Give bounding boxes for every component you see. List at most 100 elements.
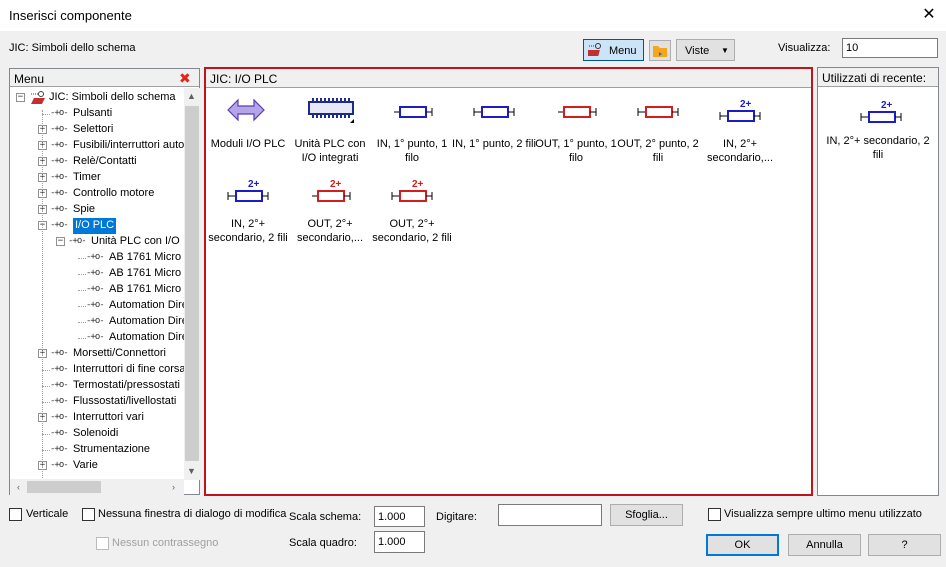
in-secondary-2wire-icon: 2+	[859, 98, 902, 123]
viste-dropdown[interactable]: Viste ▼	[676, 39, 735, 61]
tree-item-label[interactable]: Solenoidi	[73, 426, 118, 442]
tree-item-label[interactable]: Automation Dire	[109, 298, 184, 314]
tree-connector	[42, 370, 50, 371]
ok-button[interactable]: OK	[706, 534, 779, 556]
menu-toggle-button[interactable]: Menu	[583, 39, 644, 61]
tree-item-label[interactable]: AB 1761 Micro	[109, 250, 181, 266]
tree-item-label[interactable]: Fusibili/interruttori autor	[73, 138, 184, 154]
scroll-left-icon[interactable]: ‹	[10, 482, 27, 492]
symbol-item[interactable]: OUT, 2° punto, 2 fili	[616, 97, 700, 175]
tree-item-label[interactable]: Termostati/pressostati	[73, 378, 180, 394]
scroll-up-icon[interactable]: ▲	[183, 91, 200, 101]
symbol-label: IN, 2°+ secondario,...	[706, 138, 774, 164]
symbol-item[interactable]: 2+ OUT, 2°+ secondario, 2 fili	[370, 177, 454, 255]
tree-item-label[interactable]: AB 1761 Micro	[109, 282, 181, 298]
symbol-item[interactable]: OUT, 1° punto, 1 filo	[534, 97, 618, 175]
tree-connector	[78, 322, 86, 323]
double-arrow-icon	[226, 97, 274, 127]
tree-item-label[interactable]: Automation Dire	[109, 330, 184, 346]
menu-tree: − JIC: Simboli dello schema -+o- Pulsanti + -…	[10, 88, 184, 480]
tree-item-label[interactable]: Flussostati/livellostati	[73, 394, 176, 410]
tree-connector	[42, 386, 50, 387]
symbol-label: IN, 2°+ secondario, 2 fili	[208, 218, 288, 244]
recent-item[interactable]: 2+ IN, 2°+ secondario, 2 fili	[818, 98, 938, 162]
nessun-contrassegno-label: Nessun contrassegno	[112, 537, 219, 549]
tree-item-label[interactable]: Spie	[73, 202, 95, 218]
verticale-label: Verticale	[26, 508, 69, 520]
contact-symbol-icon: -+o-	[50, 380, 69, 390]
symbol-item[interactable]: 2+ IN, 2°+ secondario,...	[698, 97, 782, 175]
symbol-item[interactable]: 2+ OUT, 2°+ secondario,...	[288, 177, 372, 255]
scala-quadro-input[interactable]	[374, 531, 425, 553]
contact-symbol-icon: -+o-	[50, 460, 69, 470]
contact-symbol-icon: -+o-	[50, 172, 69, 182]
tree-connector	[42, 402, 50, 403]
folder-icon[interactable]	[649, 40, 671, 61]
tree-item-label[interactable]: JIC: Simboli dello schema	[49, 90, 176, 106]
out-1wire-icon	[554, 97, 602, 127]
svg-text:2+: 2+	[740, 99, 752, 110]
tree-item-label[interactable]: Morsetti/Connettori	[73, 346, 166, 362]
digitare-input[interactable]	[498, 504, 602, 526]
visualizza-sempre-label: Visualizza sempre ultimo menu utilizzato	[724, 508, 922, 520]
menu-vertical-scrollbar[interactable]: ▲ ▼	[184, 88, 200, 480]
tree-item-label[interactable]: Relè/Contatti	[73, 154, 137, 170]
tree-item-label[interactable]: Timer	[73, 170, 101, 186]
tree-item-label[interactable]: Controllo motore	[73, 186, 154, 202]
symbol-item[interactable]: IN, 1° punto, 1 filo	[370, 97, 454, 175]
menu-horizontal-scrollbar[interactable]: ‹ ›	[10, 479, 184, 495]
scroll-down-icon[interactable]: ▼	[183, 466, 200, 476]
tree-expander-icon[interactable]: −	[56, 237, 65, 246]
symbol-label: OUT, 1° punto, 1 filo	[535, 138, 617, 164]
contact-symbol-icon: -+o-	[50, 156, 69, 166]
symbol-item[interactable]: Moduli I/O PLC	[206, 97, 290, 175]
tree-item-label[interactable]: AB 1761 Micro	[109, 266, 181, 282]
hscroll-thumb[interactable]	[27, 481, 101, 493]
symbol-item[interactable]: 2+ IN, 2°+ secondario, 2 fili	[206, 177, 290, 255]
sfoglia-button[interactable]: Sfoglia...	[610, 504, 683, 526]
scroll-thumb[interactable]	[185, 106, 199, 461]
symbol-label: IN, 1° punto, 2 fili	[452, 138, 536, 150]
recent-panel-title: Utilizzati di recente:	[822, 71, 927, 85]
symbols-panel: JIC: I/O PLC Moduli I/O PLC Unità PLC con…	[204, 67, 813, 496]
tree-connector	[42, 450, 50, 451]
contact-symbol-icon: -+o-	[86, 332, 105, 342]
scroll-right-icon[interactable]: ›	[165, 482, 182, 492]
in-secondary-icon: 2+	[718, 97, 766, 127]
nessuna-finestra-checkbox[interactable]	[82, 508, 95, 521]
tree-item-label[interactable]: Varie	[73, 458, 98, 474]
symbol-label: OUT, 2°+ secondario, 2 fili	[372, 218, 452, 244]
close-panel-icon[interactable]: ✖	[179, 70, 191, 87]
out-secondary-icon: 2+	[308, 177, 356, 207]
tree-item-label[interactable]: Interruttori di fine corsa	[73, 362, 184, 378]
help-button[interactable]: ?	[868, 534, 941, 556]
symbol-label: Moduli I/O PLC	[210, 138, 286, 150]
tree-item-label[interactable]: Interruttori vari	[73, 410, 144, 426]
tree-item-label[interactable]: Automation Dire	[109, 314, 184, 330]
nessun-contrassegno-checkbox[interactable]	[96, 537, 109, 550]
tree-item-label[interactable]: Pulsanti	[73, 106, 112, 122]
tree-item-label[interactable]: Unità PLC con I/O	[91, 234, 180, 250]
scala-schema-input[interactable]	[374, 506, 425, 527]
in-secondary-2wire-icon: 2+	[226, 177, 274, 207]
tree-expander-icon[interactable]: −	[16, 93, 25, 102]
visualizza-input[interactable]	[842, 38, 938, 58]
visualizza-sempre-checkbox[interactable]	[708, 508, 721, 521]
symbol-label: IN, 1° punto, 1 filo	[376, 138, 448, 164]
tree-item-label[interactable]: Strumentazione	[73, 442, 150, 458]
contact-symbol-icon: -+o-	[50, 396, 69, 406]
symbol-label: OUT, 2° punto, 2 fili	[617, 138, 699, 164]
symbol-item[interactable]: IN, 1° punto, 2 fili	[452, 97, 536, 175]
contact-symbol-icon: -+o-	[50, 220, 69, 230]
svg-text:2+: 2+	[881, 100, 893, 111]
verticale-checkbox[interactable]	[9, 508, 22, 521]
symbol-item[interactable]: Unità PLC con I/O integrati	[288, 97, 372, 175]
window-title: Inserisci componente	[9, 8, 132, 23]
recent-panel: Utilizzati di recente: 2+ IN, 2°+ second…	[817, 67, 939, 496]
annulla-button[interactable]: Annulla	[788, 534, 861, 556]
close-icon[interactable]: ✕	[917, 4, 941, 26]
contact-symbol-icon: -+o-	[50, 188, 69, 198]
nessuna-finestra-label: Nessuna finestra di dialogo di modifica	[98, 508, 287, 520]
tree-item-label[interactable]: Selettori	[73, 122, 113, 138]
tree-item-label[interactable]: I/O PLC	[73, 218, 117, 234]
